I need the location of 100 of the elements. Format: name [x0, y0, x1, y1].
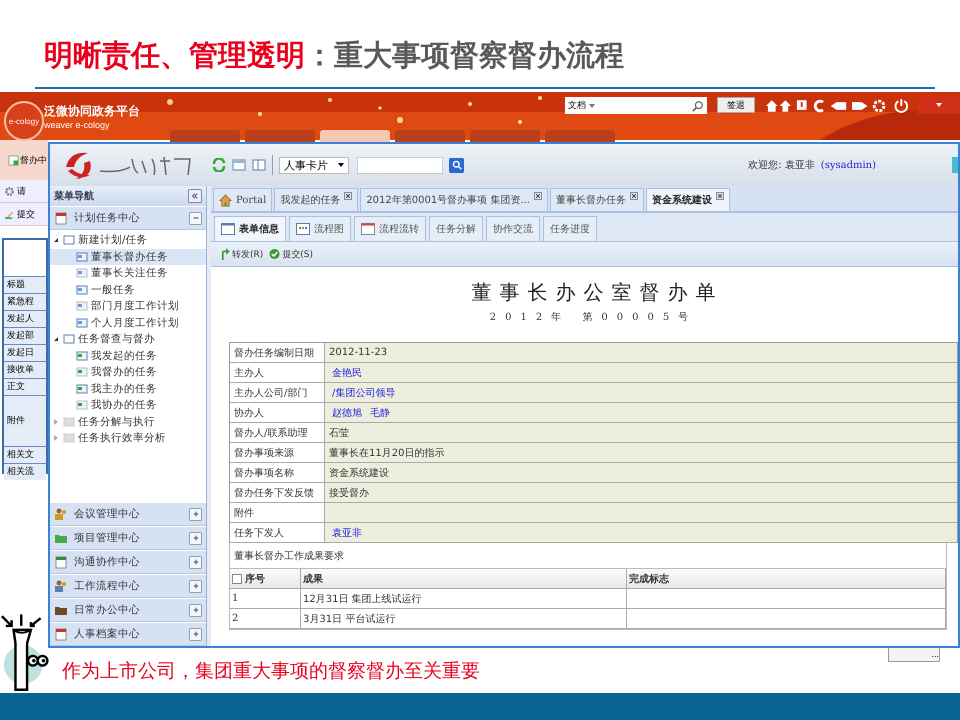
tab[interactable]: 流程流转: [354, 216, 426, 241]
column-title: 序号: [245, 572, 265, 586]
expand-button[interactable]: [189, 580, 202, 592]
tab[interactable]: 流程图: [289, 216, 351, 241]
module-header[interactable]: 会议管理中心: [50, 502, 206, 526]
window-icon[interactable]: [232, 158, 246, 172]
tree-item[interactable]: 任务执行效率分析: [50, 430, 206, 446]
expand-button[interactable]: [189, 556, 202, 568]
folder-icon: [63, 416, 75, 428]
tab[interactable]: 董事长督办任务: [550, 188, 644, 211]
card-dropdown[interactable]: 人事卡片: [279, 156, 349, 174]
tree-item[interactable]: 我协办的任务: [50, 397, 206, 414]
form-number: 2012年 第00005号: [488, 311, 698, 324]
window-icon: [361, 223, 375, 235]
collapse-button[interactable]: [188, 189, 202, 203]
close-icon[interactable]: [716, 192, 724, 200]
value-text: 2012-11-23: [329, 347, 388, 358]
document-icon: [76, 382, 88, 395]
document-icon: [76, 350, 88, 362]
tab[interactable]: Portal: [213, 188, 272, 211]
document-icon: [76, 267, 88, 280]
tab[interactable]: 协作交流: [486, 216, 540, 241]
person-link[interactable]: 袁亚非: [329, 526, 362, 540]
submit-button[interactable]: 提交(S): [269, 248, 314, 260]
expand-button[interactable]: [189, 604, 202, 616]
tab[interactable]: 我发起的任务: [274, 188, 358, 211]
tree-item[interactable]: 我督办的任务: [50, 364, 206, 380]
tree-item[interactable]: 我发起的任务: [50, 348, 206, 364]
expand-button[interactable]: [189, 508, 202, 520]
tree-item[interactable]: 任务督查与督办: [50, 331, 206, 348]
value-text: 接受督办: [329, 486, 369, 500]
plus-icon[interactable]: [192, 630, 200, 638]
checkbox[interactable]: [232, 574, 242, 584]
tab[interactable]: 任务进度: [543, 216, 597, 241]
value-text: 资金系统建设: [329, 466, 389, 480]
plus-icon[interactable]: [192, 534, 200, 542]
search-field[interactable]: [357, 156, 443, 174]
field-label: 相关文: [4, 446, 46, 463]
module-header[interactable]: 项目管理中心: [50, 526, 206, 550]
field-label: 督办人/联系助理: [230, 423, 325, 443]
grid-icon: [296, 223, 310, 235]
person-link[interactable]: /集团公司领导: [329, 386, 396, 400]
tree-item[interactable]: 董事长关注任务: [50, 265, 206, 282]
plus-icon[interactable]: [192, 558, 200, 566]
plus-icon[interactable]: [192, 606, 200, 614]
brand-subtitle: weaver e-cology: [44, 120, 111, 130]
gear-icon[interactable]: [4, 186, 15, 196]
tree-item[interactable]: 任务分解与执行: [50, 414, 206, 430]
field-label: 督办任务编制日期: [230, 343, 325, 363]
tree-item[interactable]: 新建计划/任务: [50, 232, 206, 248]
tab[interactable]: 资金系统建设: [646, 188, 730, 211]
module-header[interactable]: 人事档案中心: [50, 622, 206, 646]
tree-item[interactable]: 董事长督办任务: [50, 248, 206, 265]
search-field[interactable]: 文档: [565, 97, 707, 114]
slide-title-lead: 明晰责任、管理透明: [44, 38, 305, 72]
document-icon: [76, 366, 88, 378]
tree-item[interactable]: 我主办的任务: [50, 380, 206, 397]
brand-name: 泛微协同政务平台: [44, 103, 140, 120]
close-icon[interactable]: [344, 192, 352, 200]
table-cell: 1: [230, 589, 301, 609]
double-chevron-icon[interactable]: [191, 192, 199, 200]
check-icon: [269, 248, 280, 260]
module-title: 督办中: [20, 154, 47, 166]
expand-button[interactable]: [189, 628, 202, 640]
value-text: 董事长在11月20日的指示: [329, 446, 444, 460]
person-link[interactable]: 毛静: [367, 406, 390, 420]
module-header[interactable]: 工作流程中心: [50, 574, 206, 598]
tree-item[interactable]: 一般任务: [50, 282, 206, 298]
close-icon[interactable]: [534, 192, 542, 200]
tab[interactable]: 2012年第0001号督办事项 集团资...: [360, 188, 548, 211]
sidebar-title: 菜单导航: [54, 189, 94, 203]
plus-icon[interactable]: [192, 582, 200, 590]
calendar-icon: [54, 211, 68, 225]
tree-item[interactable]: 部门月度工作计划: [50, 298, 206, 314]
person-link[interactable]: 赵德旭: [329, 406, 362, 420]
plus-icon[interactable]: [192, 510, 200, 518]
username-link[interactable]: (sysadmin): [820, 160, 876, 170]
field-label: 标题: [4, 276, 46, 293]
field-label: 主办人: [230, 363, 325, 383]
form-title: 董事长办公室督办单: [470, 279, 724, 306]
close-icon[interactable]: [630, 192, 638, 200]
tree-item[interactable]: 个人月度工作计划: [50, 314, 206, 331]
tab[interactable]: 表单信息: [214, 216, 286, 241]
module-header[interactable]: 沟通协作中心: [50, 550, 206, 574]
home-icon: [219, 194, 232, 206]
layout-icon[interactable]: [252, 158, 266, 172]
collapse-button[interactable]: [189, 212, 202, 224]
search-icon[interactable]: [692, 100, 704, 112]
expand-button[interactable]: [189, 532, 202, 544]
person-link[interactable]: 金艳民: [329, 366, 362, 380]
caret-icon[interactable]: [54, 238, 58, 242]
refresh-icon[interactable]: [212, 158, 226, 172]
tab[interactable]: 任务分解: [429, 216, 483, 241]
sign-out-button[interactable]: 签退: [717, 97, 755, 113]
forward-button[interactable]: 转发(R): [219, 248, 264, 260]
field-label: 正文: [4, 378, 46, 395]
field-label: 发起人: [4, 310, 46, 327]
document-icon: [8, 154, 19, 166]
module-header[interactable]: 日常办公中心: [50, 598, 206, 622]
caret-icon[interactable]: [54, 337, 58, 342]
